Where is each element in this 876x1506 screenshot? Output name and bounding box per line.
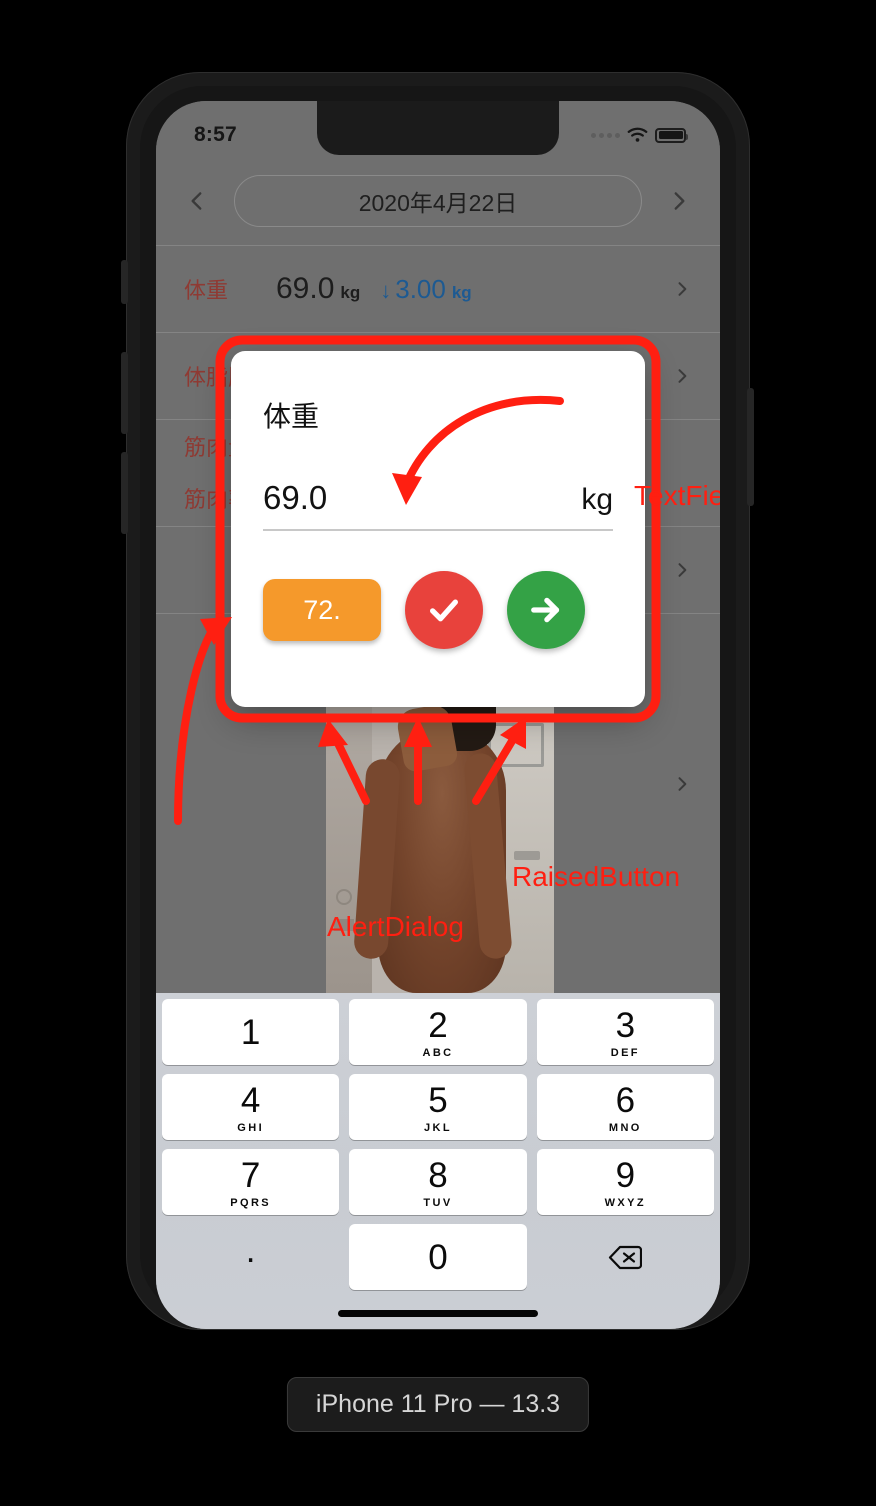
alert-dialog: 体重 69.0 kg 72.	[231, 351, 645, 707]
key-number: 3	[615, 1005, 636, 1045]
key-7[interactable]: 7 PQRS	[162, 1149, 340, 1215]
weight-text-field[interactable]: 69.0 kg	[263, 479, 613, 531]
dialog-title: 体重	[263, 401, 320, 432]
key-letters: PQRS	[230, 1196, 272, 1209]
key-letters: ABC	[422, 1046, 454, 1059]
key-number: 4	[240, 1080, 261, 1120]
backspace-icon	[609, 1245, 643, 1269]
text-field-unit: kg	[581, 483, 613, 516]
key-number: 6	[615, 1080, 636, 1120]
key-number: 1	[240, 1012, 261, 1052]
keyboard-row: 4 GHI 5 JKL 6 MNO	[162, 1074, 714, 1140]
key-number: 7	[240, 1155, 261, 1195]
key-2[interactable]: 2 ABC	[349, 999, 527, 1065]
status-indicators	[591, 127, 688, 143]
device-caption-text: iPhone 11 Pro — 13.3	[315, 1390, 561, 1418]
key-number: 9	[615, 1155, 636, 1195]
dialog-actions: 72.	[263, 571, 613, 649]
home-indicator[interactable]	[338, 1310, 538, 1317]
check-icon	[430, 599, 458, 622]
volume-up-button[interactable]	[121, 352, 128, 434]
key-1[interactable]: 1	[162, 999, 340, 1065]
key-backspace[interactable]	[537, 1224, 714, 1290]
wifi-icon	[627, 127, 648, 142]
next-button[interactable]	[507, 571, 585, 649]
mute-switch[interactable]	[121, 260, 128, 304]
key-letters: MNO	[608, 1121, 642, 1134]
volume-down-button[interactable]	[121, 452, 128, 534]
arrow-right-icon	[531, 597, 560, 623]
text-field-value: 69.0	[263, 479, 328, 516]
key-decimal-label: .	[245, 1230, 256, 1270]
screenshot-root: 2020年4月22日 体重 69.0 kg ↓ 3.00 kg 体脂肪率 筋肉量…	[0, 0, 876, 1506]
suggested-value-button[interactable]: 72.	[263, 579, 381, 641]
device-caption: iPhone 11 Pro — 13.3	[286, 1377, 590, 1432]
key-decimal[interactable]: .	[162, 1224, 339, 1290]
key-9[interactable]: 9 WXYZ	[536, 1149, 714, 1215]
key-number: 5	[428, 1080, 448, 1120]
numeric-keyboard: 1 2 ABC 3 DEF 4 GHI 5 JKL 6 MNO 7 PQRS 8…	[156, 993, 720, 1329]
battery-full-icon	[655, 127, 688, 143]
key-letters: JKL	[424, 1121, 452, 1134]
status-time: 8:57	[194, 123, 237, 146]
key-number: 8	[428, 1155, 448, 1195]
confirm-button[interactable]	[405, 571, 483, 649]
key-6[interactable]: 6 MNO	[536, 1074, 714, 1140]
key-0[interactable]: 0	[349, 1224, 527, 1290]
key-number: 0	[428, 1237, 448, 1277]
status-bar: 8:57	[156, 101, 720, 157]
key-letters: WXYZ	[604, 1196, 647, 1209]
keyboard-rows: 1 2 ABC 3 DEF 4 GHI 5 JKL 6 MNO 7 PQRS 8…	[162, 999, 714, 1290]
power-button[interactable]	[747, 388, 754, 506]
device-screen: 2020年4月22日 体重 69.0 kg ↓ 3.00 kg 体脂肪率 筋肉量…	[156, 101, 720, 1329]
key-number: 2	[428, 1005, 448, 1045]
suggested-value-label: 72.	[303, 594, 341, 625]
key-letters: DEF	[610, 1046, 640, 1059]
key-letters: GHI	[237, 1121, 265, 1134]
keyboard-row-bottom: . 0	[162, 1224, 714, 1290]
key-3[interactable]: 3 DEF	[536, 999, 714, 1065]
key-5[interactable]: 5 JKL	[349, 1074, 527, 1140]
signal-dots-icon	[591, 132, 620, 138]
key-8[interactable]: 8 TUV	[349, 1149, 527, 1215]
keyboard-row: 7 PQRS 8 TUV 9 WXYZ	[162, 1149, 714, 1215]
keyboard-row: 1 2 ABC 3 DEF	[162, 999, 714, 1065]
key-letters: TUV	[423, 1196, 453, 1209]
key-4[interactable]: 4 GHI	[162, 1074, 340, 1140]
